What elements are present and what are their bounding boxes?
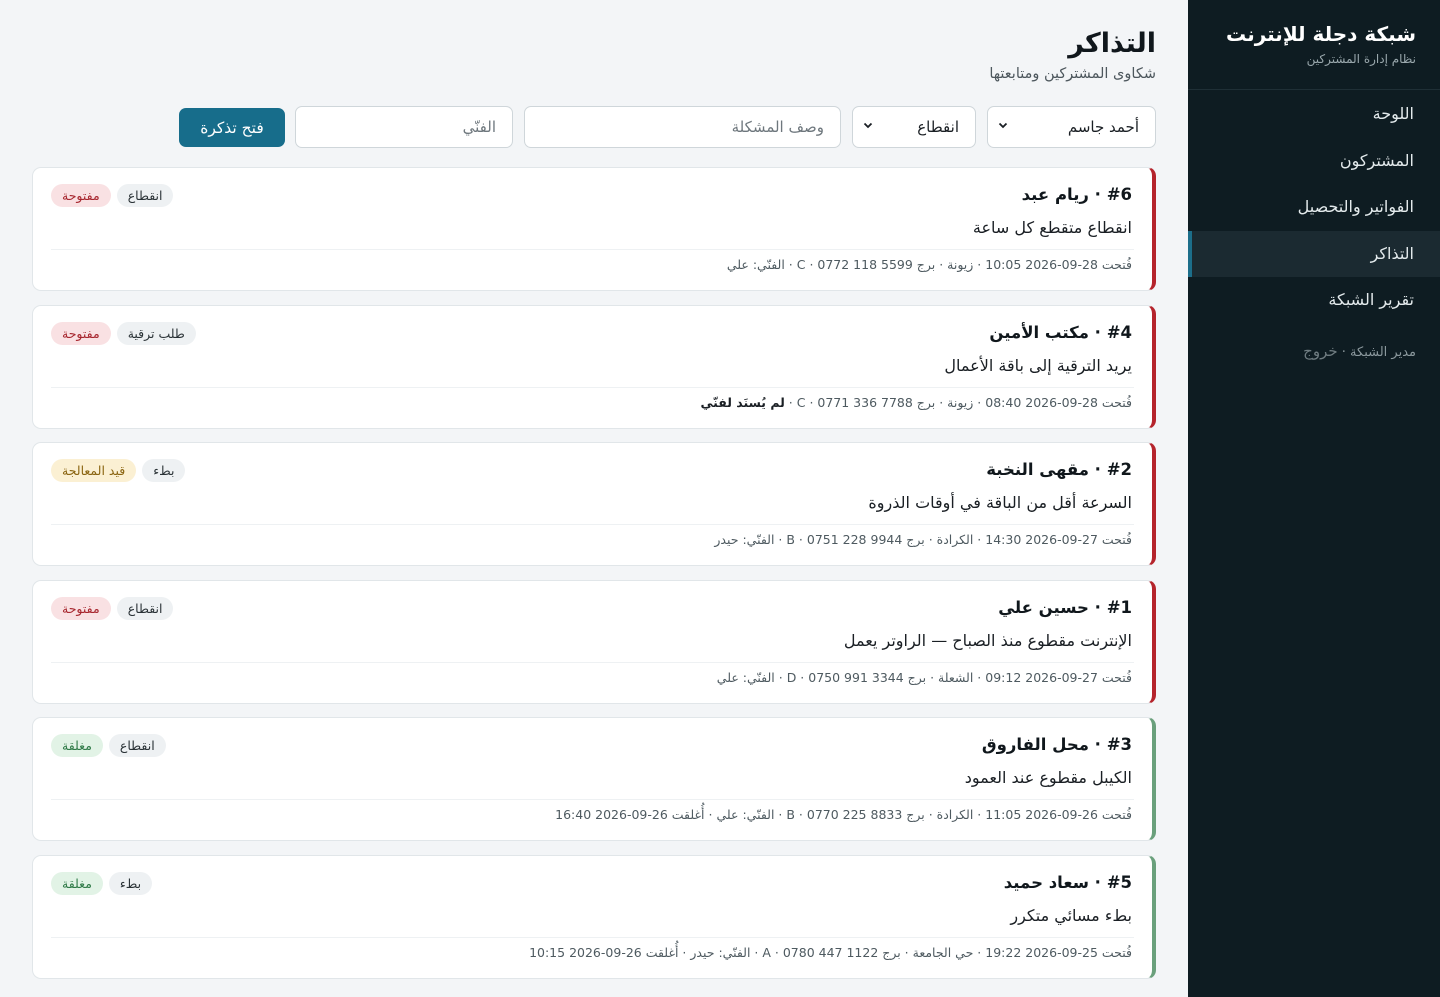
divider xyxy=(51,936,1134,938)
ticket-meta-text: فُتحت 25-09-2026 19:22 · حي الجامعة · بر… xyxy=(529,944,1132,960)
page-subtitle: شكاوى المشتركين ومتابعتها xyxy=(989,66,1156,82)
divider xyxy=(51,524,1134,525)
status-badge: قيد المعالجة xyxy=(51,459,137,482)
divider xyxy=(51,799,1134,800)
chevron-down-icon xyxy=(998,119,1008,134)
ticket-description: انقطاع متقطع كل ساعة xyxy=(972,218,1132,237)
logout-link[interactable]: خروج xyxy=(1303,342,1337,360)
open-ticket-button[interactable]: فتح تذكرة xyxy=(179,108,285,147)
ticket-meta-text: فُتحت 27-09-2026 09:12 · الشعلة · برج D … xyxy=(716,669,1132,685)
ticket-title: #6 · ريام عبد xyxy=(1021,185,1132,204)
category-badge: بطء xyxy=(142,459,186,482)
ticket-meta: فُتحت 28-09-2026 10:05 · زيونة · برج C ·… xyxy=(727,257,1132,272)
ticket-badges: مفتوحة طلب ترقية xyxy=(51,321,196,345)
ticket-meta-text: فُتحت 26-09-2026 11:05 · الكرادة · برج B… xyxy=(555,807,1132,822)
ticket-badges: قيد المعالجة بطء xyxy=(51,459,186,482)
category-badge: انقطاع xyxy=(108,734,166,757)
ticket-card[interactable]: #1 · حسين علي الإنترنت مقطوع منذ الصباح … xyxy=(32,579,1156,704)
ticket-title: #3 · محل الفاروق xyxy=(981,735,1132,754)
ticket-meta-text: فُتحت 28-09-2026 08:40 · زيونة · برج C ·… xyxy=(784,394,1132,410)
status-badge: مفتوحة xyxy=(51,596,111,620)
ticket-description: بطء مسائي متكرر xyxy=(1010,905,1132,925)
sidebar-item-billing[interactable]: الفواتير والتحصيل xyxy=(1188,184,1440,231)
category-badge: انقطاع xyxy=(116,184,174,207)
ticket-card[interactable]: #3 · محل الفاروق الكيبل مقطوع عند العمود… xyxy=(32,717,1156,841)
ticket-meta-text: فُتحت 28-09-2026 10:05 · زيونة · برج C ·… xyxy=(726,257,1132,272)
ticket-card[interactable]: #6 · ريام عبد انقطاع متقطع كل ساعة فُتحت… xyxy=(32,167,1156,291)
sidebar-item-network-report[interactable]: تقرير الشبكة xyxy=(1188,277,1440,324)
ticket-meta: فُتحت 25-09-2026 19:22 · حي الجامعة · بر… xyxy=(529,945,1132,960)
status-badge: مفتوحة xyxy=(51,321,111,345)
chevron-down-icon xyxy=(863,119,873,134)
status-badge: مغلقة xyxy=(51,734,103,757)
category-badge: طلب ترقية xyxy=(116,321,196,345)
sidebar-footer: مدير الشبكة · خروج xyxy=(1188,324,1440,378)
new-ticket-form: أحمد جاسم انقطاع فتح تذكرة xyxy=(32,106,1156,148)
ticket-badges: مغلقة بطء xyxy=(51,871,153,895)
brand-subtitle: نظام إدارة المشتركين xyxy=(1306,52,1416,66)
ticket-meta-text: فُتحت 27-09-2026 14:30 · الكرادة · برج B… xyxy=(714,532,1132,547)
technician-input[interactable] xyxy=(312,118,496,136)
ticket-title: #5 · سعاد حميد xyxy=(1003,872,1132,892)
divider xyxy=(51,661,1134,663)
ticket-card[interactable]: #2 · مقهى النخبة السرعة أقل من الباقة في… xyxy=(32,442,1156,566)
ticket-description: السرعة أقل من الباقة في أوقات الذروة xyxy=(868,493,1132,512)
ticket-list: #6 · ريام عبد انقطاع متقطع كل ساعة فُتحت… xyxy=(32,167,1156,992)
category-badge: انقطاع xyxy=(116,596,174,620)
category-select[interactable]: انقطاع xyxy=(852,106,976,148)
sidebar-nav: اللوحة المشتركون الفواتير والتحصيل التذا… xyxy=(1188,91,1440,324)
subscriber-select[interactable]: أحمد جاسم xyxy=(987,106,1156,148)
ticket-meta: فُتحت 28-09-2026 08:40 · زيونة · برج C ·… xyxy=(700,395,1132,410)
ticket-badges: مفتوحة انقطاع xyxy=(51,184,174,207)
current-user: مدير الشبكة · xyxy=(1341,344,1416,360)
ticket-title: #2 · مقهى النخبة xyxy=(986,460,1132,479)
ticket-meta: فُتحت 26-09-2026 11:05 · الكرادة · برج B… xyxy=(555,807,1132,822)
ticket-card[interactable]: #5 · سعاد حميد بطء مسائي متكرر فُتحت 25-… xyxy=(32,854,1156,979)
status-badge: مغلقة xyxy=(51,871,103,895)
category-badge: بطء xyxy=(108,871,153,895)
brand: شبكة دجلة للإنترنت نظام إدارة المشتركين xyxy=(1188,0,1440,90)
category-select-value: انقطاع xyxy=(917,118,959,136)
ticket-description: يريد الترقية إلى باقة الأعمال xyxy=(944,355,1132,375)
ticket-badges: مغلقة انقطاع xyxy=(51,734,166,757)
main-content: التذاكر شكاوى المشتركين ومتابعتها أحمد ج… xyxy=(0,0,1188,997)
subscriber-select-value: أحمد جاسم xyxy=(1067,118,1139,136)
sidebar-item-subscribers[interactable]: المشتركون xyxy=(1188,138,1440,185)
sidebar: شبكة دجلة للإنترنت نظام إدارة المشتركين … xyxy=(1188,0,1440,997)
ticket-description: الكيبل مقطوع عند العمود xyxy=(964,768,1132,787)
ticket-description: الإنترنت مقطوع منذ الصباح — الراوتر يعمل xyxy=(843,630,1132,650)
brand-title: شبكة دجلة للإنترنت xyxy=(1226,22,1416,46)
description-field[interactable] xyxy=(524,106,841,148)
ticket-card[interactable]: #4 · مكتب الأمين يريد الترقية إلى باقة ا… xyxy=(32,304,1156,429)
sidebar-item-tickets[interactable]: التذاكر xyxy=(1188,230,1440,277)
ticket-title: #4 · مكتب الأمين xyxy=(989,322,1132,342)
ticket-title: #1 · حسين علي xyxy=(998,597,1132,617)
page-title: التذاكر xyxy=(1068,28,1156,59)
technician-field[interactable] xyxy=(295,106,513,148)
status-badge: مفتوحة xyxy=(51,184,111,207)
ticket-meta: فُتحت 27-09-2026 09:12 · الشعلة · برج D … xyxy=(717,670,1132,685)
ticket-meta-unassigned: لم يُسنَد لفنّي xyxy=(700,394,785,410)
description-input[interactable] xyxy=(541,118,824,136)
divider xyxy=(51,386,1134,388)
ticket-badges: مفتوحة انقطاع xyxy=(51,596,174,620)
sidebar-item-dashboard[interactable]: اللوحة xyxy=(1188,91,1440,138)
divider xyxy=(51,249,1134,250)
ticket-meta: فُتحت 27-09-2026 14:30 · الكرادة · برج B… xyxy=(714,532,1132,547)
